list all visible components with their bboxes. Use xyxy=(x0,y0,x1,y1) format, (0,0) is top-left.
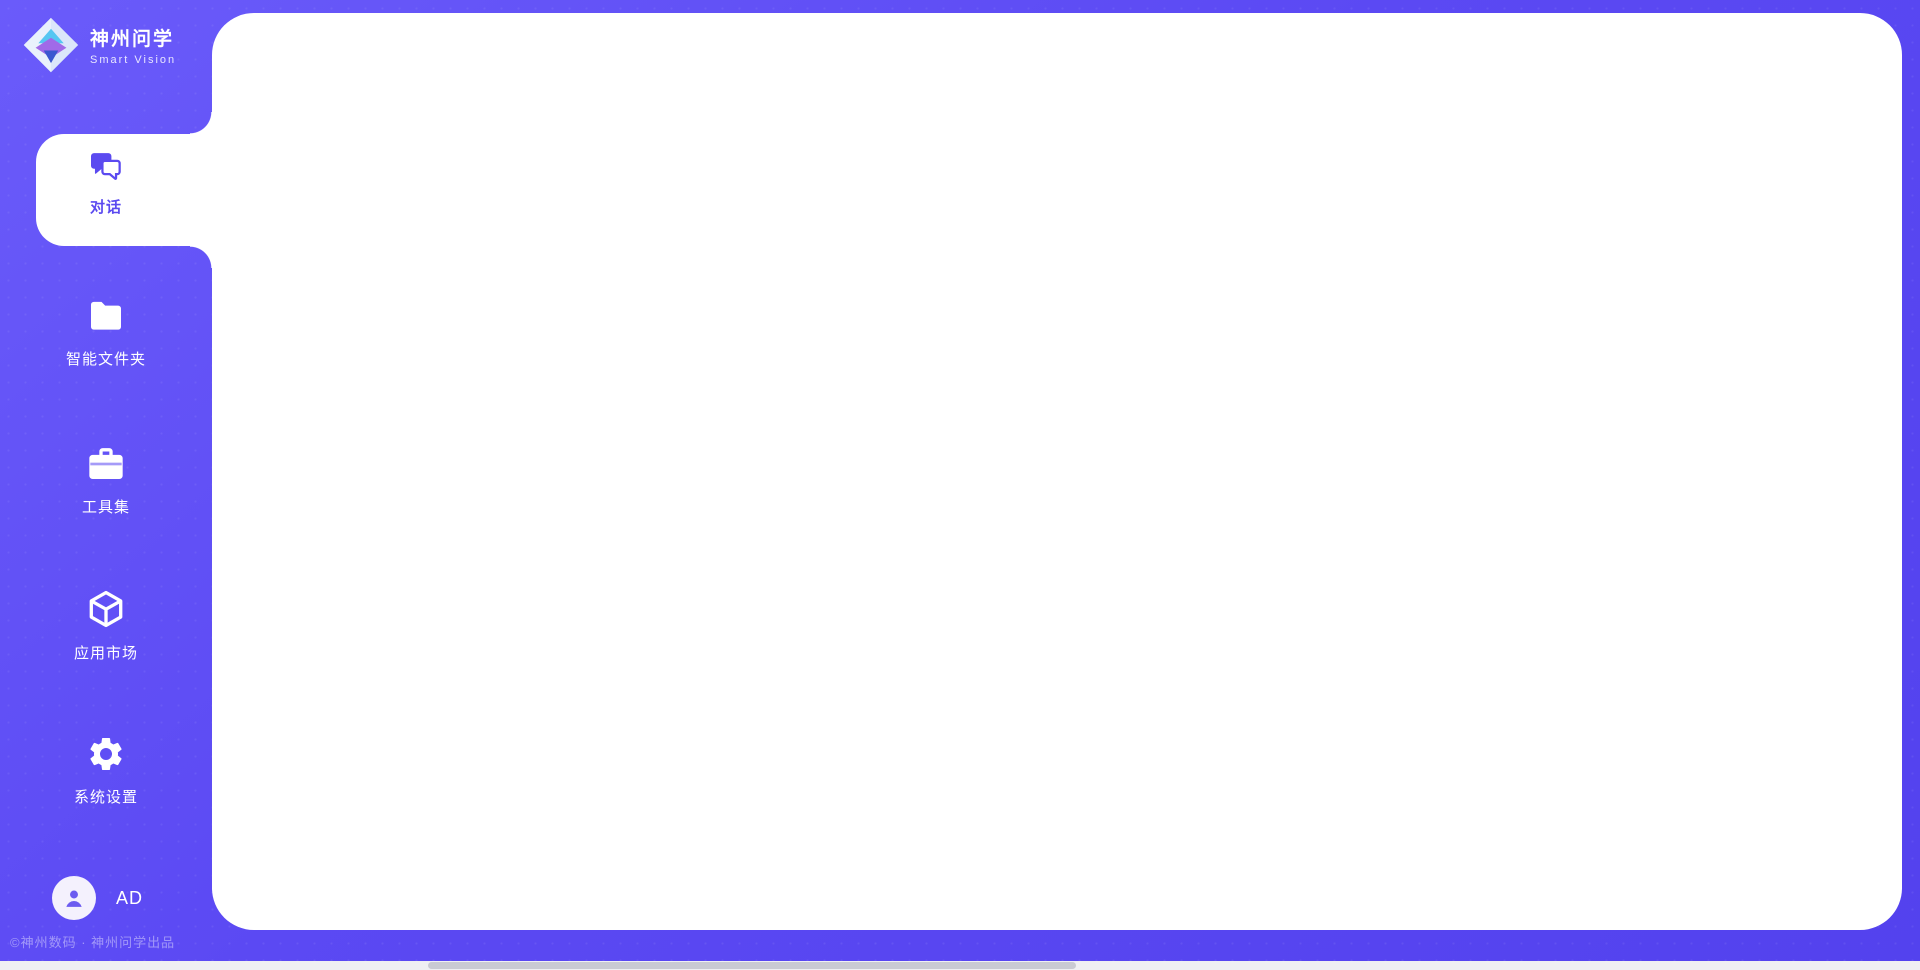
chat-bubbles-icon xyxy=(88,148,124,184)
sidebar-item-label: 系统设置 xyxy=(74,786,138,807)
sidebar-item-label: 智能文件夹 xyxy=(66,348,146,369)
app-subtitle: Smart Vision xyxy=(90,54,176,66)
sidebar-item-settings[interactable]: 系统设置 xyxy=(0,734,212,807)
app-logo-icon xyxy=(22,16,80,74)
gear-icon xyxy=(86,734,126,774)
person-icon xyxy=(60,884,88,912)
sidebar-item-chat[interactable]: 对话 xyxy=(0,148,212,217)
folder-icon xyxy=(86,296,126,336)
sidebar-item-toolset[interactable]: 工具集 xyxy=(0,444,212,517)
active-nav-flare-top xyxy=(190,112,212,134)
user-name: AD xyxy=(116,888,143,909)
sidebar-item-label: 对话 xyxy=(90,196,122,217)
sidebar-footer-text: ©神州数码 · 神州问学出品 xyxy=(10,932,175,951)
active-nav-flare-bottom xyxy=(190,246,212,268)
horizontal-scrollbar xyxy=(0,961,1920,970)
scrollbar-thumb[interactable] xyxy=(428,962,1076,969)
user-profile[interactable]: AD xyxy=(52,876,143,920)
sidebar-item-app-market[interactable]: 应用市场 xyxy=(0,588,212,663)
avatar xyxy=(52,876,96,920)
sidebar-item-label: 应用市场 xyxy=(74,642,138,663)
app-name: 神州问学 xyxy=(90,24,176,51)
app-brand-text: 神州问学 Smart Vision xyxy=(90,24,176,66)
cube-icon xyxy=(85,588,127,630)
main-panel xyxy=(212,13,1902,930)
sidebar-item-label: 工具集 xyxy=(82,496,130,517)
app-brand: 神州问学 Smart Vision xyxy=(22,16,176,74)
sidebar: 神州问学 Smart Vision 对话 智能文件夹 工具集 xyxy=(0,0,212,957)
briefcase-icon xyxy=(86,444,126,484)
sidebar-item-smart-folder[interactable]: 智能文件夹 xyxy=(0,296,212,369)
